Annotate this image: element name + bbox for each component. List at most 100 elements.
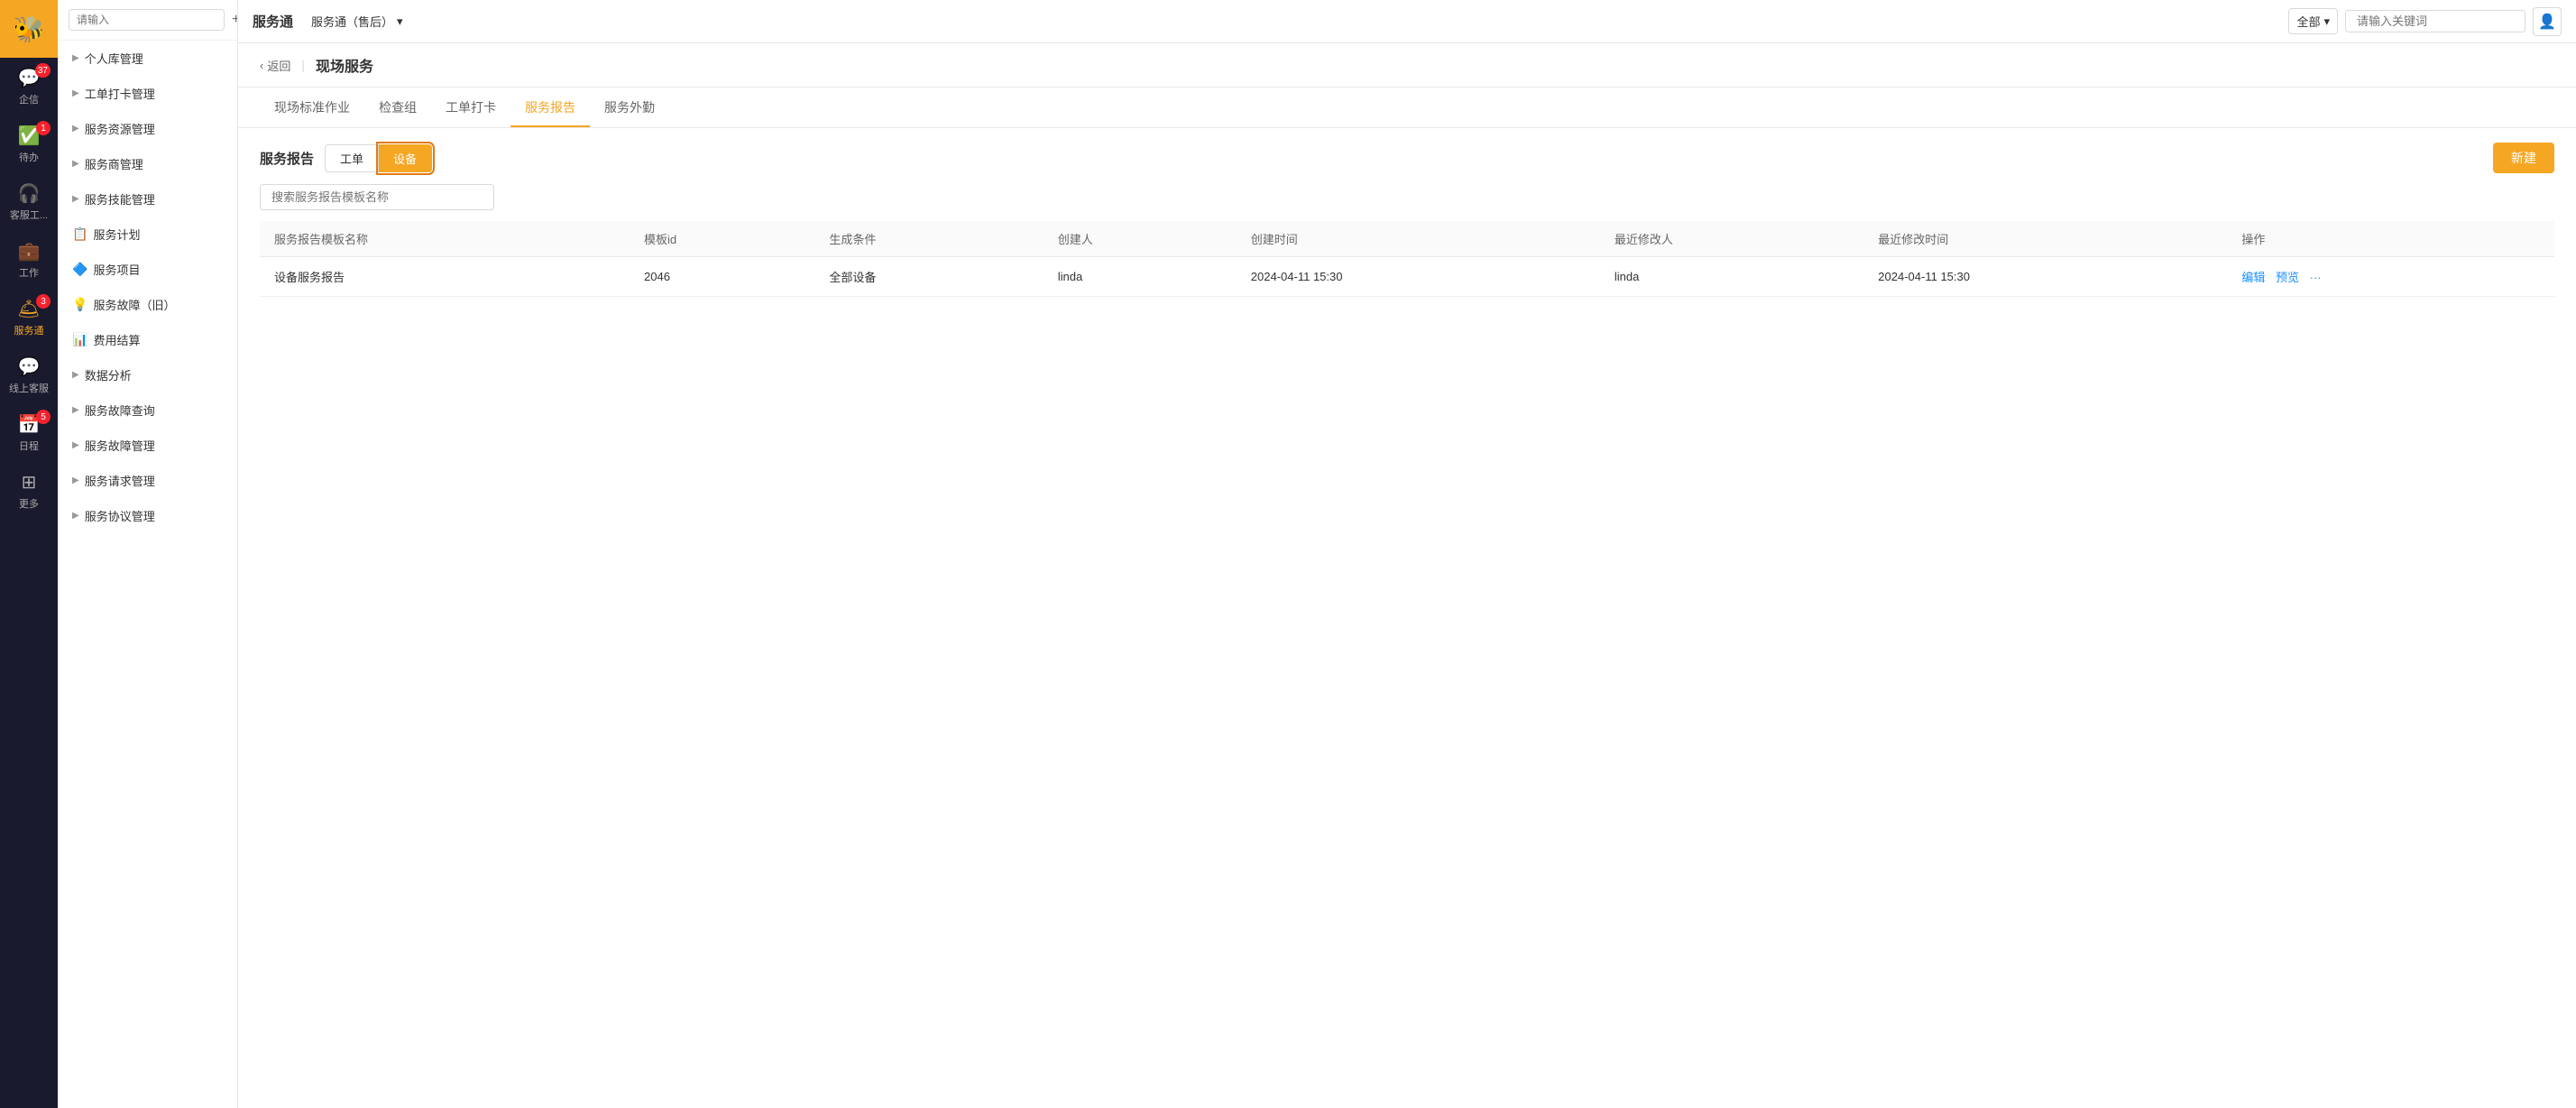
table-body: 设备服务报告 2046 全部设备 linda 2024-04-11 15:30 … [260, 257, 2554, 297]
header-separator: | [301, 58, 305, 72]
gengduo-icon: ⊞ [22, 471, 37, 494]
menu-item-label: 服务计划 [93, 226, 140, 243]
sidebar-item-ziyuan[interactable]: ▶ 服务资源管理 [58, 111, 237, 146]
menu-item-label: 个人库管理 [85, 50, 143, 67]
menu-item-label: 服务项目 [93, 261, 140, 278]
arrow-icon: ▶ [72, 88, 79, 98]
sidebar-item-jineng[interactable]: ▶ 服务技能管理 [58, 181, 237, 217]
sidebar-item-gongdandaka[interactable]: ▶ 工单打卡管理 [58, 76, 237, 111]
preview-action[interactable]: 预览 [2276, 271, 2299, 284]
sidebar-item-label: 工作 [19, 265, 39, 280]
header-search-input[interactable] [2345, 10, 2525, 32]
sidebar-item-gengduo[interactable]: ⊞ 更多 [0, 462, 58, 520]
tabs-bar: 现场标准作业 检查组 工单打卡 服务报告 服务外勤 [238, 88, 2576, 128]
app-logo: 🐝 [0, 0, 58, 58]
sub-tab-shebei[interactable]: 设备 [379, 144, 432, 172]
app-dropdown[interactable]: 服务通（售后） ▾ [304, 9, 410, 33]
back-button[interactable]: ‹ 返回 [260, 57, 290, 74]
sidebar-item-zhangaiguanli[interactable]: ▶ 服务故障管理 [58, 428, 237, 463]
cell-condition: 全部设备 [814, 257, 1043, 297]
sub-tab-gongdan[interactable]: 工单 [325, 144, 379, 172]
table-header: 服务报告模板名称 模板id 生成条件 创建人 创建时间 最近修改人 最近修改时间… [260, 221, 2554, 257]
tab-jianchachu[interactable]: 检查组 [364, 88, 431, 127]
menu-item-label: 服务故障管理 [85, 437, 155, 454]
xiangmu-icon: 🔷 [72, 262, 87, 277]
sidebar-search-input[interactable] [69, 9, 225, 31]
cell-last-modify-time: 2024-04-11 15:30 [1863, 257, 2227, 297]
header-search-area: 全部 ▾ 👤 [2288, 7, 2562, 36]
tab-fuwubaogao[interactable]: 服务报告 [511, 88, 590, 127]
more-action[interactable]: ··· [2310, 271, 2322, 284]
sidebar-item-xieyiguanli[interactable]: ▶ 服务协议管理 [58, 498, 237, 533]
search-bar [260, 184, 2554, 210]
page-area: ‹ 返回 | 现场服务 现场标准作业 检查组 工单打卡 服务报告 服务外勤 [238, 43, 2576, 1108]
sub-tabs: 工单 设备 [325, 144, 432, 172]
back-label: 返回 [267, 57, 290, 74]
tab-gongdandaka[interactable]: 工单打卡 [431, 88, 511, 127]
col-template-id: 模板id [630, 221, 814, 257]
arrow-icon: ▶ [72, 159, 79, 169]
sidebar-item-zhangai-old[interactable]: 💡 服务故障（旧） [58, 287, 237, 322]
sidebar-item-shangjia[interactable]: ▶ 服务商管理 [58, 146, 237, 181]
page-header: ‹ 返回 | 现场服务 [238, 43, 2576, 88]
new-button[interactable]: 新建 [2493, 143, 2554, 173]
sidebar-item-gongzuo[interactable]: 💼 工作 [0, 231, 58, 289]
sidebar-item-shuju[interactable]: ▶ 数据分析 [58, 357, 237, 392]
tab-label: 服务外勤 [604, 100, 655, 115]
daiban-badge: 1 [36, 121, 51, 135]
sidebar-item-kefu[interactable]: 🎧 客服工... [0, 173, 58, 231]
sidebar-item-qiuguanli[interactable]: ▶ 服务请求管理 [58, 463, 237, 498]
sidebar-item-feiyong[interactable]: 📊 费用结算 [58, 322, 237, 357]
cell-creator: linda [1044, 257, 1237, 297]
sidebar-item-zaixiankefu[interactable]: 💬 线上客服 [0, 346, 58, 404]
arrow-icon: ▶ [72, 370, 79, 380]
arrow-icon: ▶ [72, 511, 79, 521]
scope-select[interactable]: 全部 ▾ [2288, 8, 2338, 34]
sidebar-item-label: 待办 [19, 150, 39, 164]
col-name: 服务报告模板名称 [260, 221, 630, 257]
report-header-row: 服务报告 工单 设备 新建 [260, 143, 2554, 173]
col-actions: 操作 [2227, 221, 2554, 257]
richeng-badge: 5 [36, 410, 51, 424]
col-create-time: 创建时间 [1237, 221, 1600, 257]
sidebar-item-daiban[interactable]: ✅ 待办 1 [0, 115, 58, 173]
sidebar-item-label: 更多 [19, 496, 39, 511]
back-arrow-icon: ‹ [260, 59, 263, 72]
scope-chevron-icon: ▾ [2323, 14, 2330, 29]
menu-item-label: 费用结算 [93, 331, 140, 348]
sidebar-add-button[interactable]: + [232, 12, 238, 28]
sidebar-item-richeng[interactable]: 📅 日程 5 [0, 404, 58, 462]
sidebar-item-xiangmu[interactable]: 🔷 服务项目 [58, 252, 237, 287]
menu-item-label: 工单打卡管理 [85, 85, 155, 102]
tab-label: 工单打卡 [446, 100, 496, 115]
sidebar-item-label: 客服工... [10, 208, 48, 222]
menu-item-label: 服务故障查询 [85, 402, 155, 419]
sidebar-item-label: 线上客服 [9, 381, 49, 395]
cell-template-id: 2046 [630, 257, 814, 297]
data-table: 服务报告模板名称 模板id 生成条件 创建人 创建时间 最近修改人 最近修改时间… [260, 221, 2554, 297]
sidebar-item-fuwutong[interactable]: 🛎 服务通 3 [0, 289, 58, 346]
sidebar-item-qixin[interactable]: 💬 企信 37 [0, 58, 58, 115]
fuwutong-badge: 3 [36, 294, 51, 309]
edit-action[interactable]: 编辑 [2241, 271, 2265, 284]
feiyong-icon: 📊 [72, 332, 87, 347]
tab-biaozhunzuoye[interactable]: 现场标准作业 [260, 88, 364, 127]
top-header: 服务通 服务通（售后） ▾ 全部 ▾ 👤 [238, 0, 2576, 43]
arrow-icon: ▶ [72, 194, 79, 204]
sidebar-search-bar: + [58, 0, 237, 41]
sidebar-item-gerenkuguanli[interactable]: ▶ 个人库管理 [58, 41, 237, 76]
user-avatar[interactable]: 👤 [2533, 7, 2562, 36]
arrow-icon: ▶ [72, 405, 79, 415]
sidebar-item-zhangaichaxun[interactable]: ▶ 服务故障查询 [58, 392, 237, 428]
col-condition: 生成条件 [814, 221, 1043, 257]
app-subtitle-label: 服务通（售后） [311, 13, 393, 30]
qixin-badge: 37 [35, 63, 51, 78]
tab-fuwuwaiqin[interactable]: 服务外勤 [590, 88, 669, 127]
col-last-modifier: 最近修改人 [1600, 221, 1863, 257]
table-row: 设备服务报告 2046 全部设备 linda 2024-04-11 15:30 … [260, 257, 2554, 297]
cell-last-modifier: linda [1600, 257, 1863, 297]
sidebar-item-jihua[interactable]: 📋 服务计划 [58, 217, 237, 252]
col-creator: 创建人 [1044, 221, 1237, 257]
template-search-input[interactable] [260, 184, 494, 210]
tab-label: 现场标准作业 [274, 100, 350, 115]
